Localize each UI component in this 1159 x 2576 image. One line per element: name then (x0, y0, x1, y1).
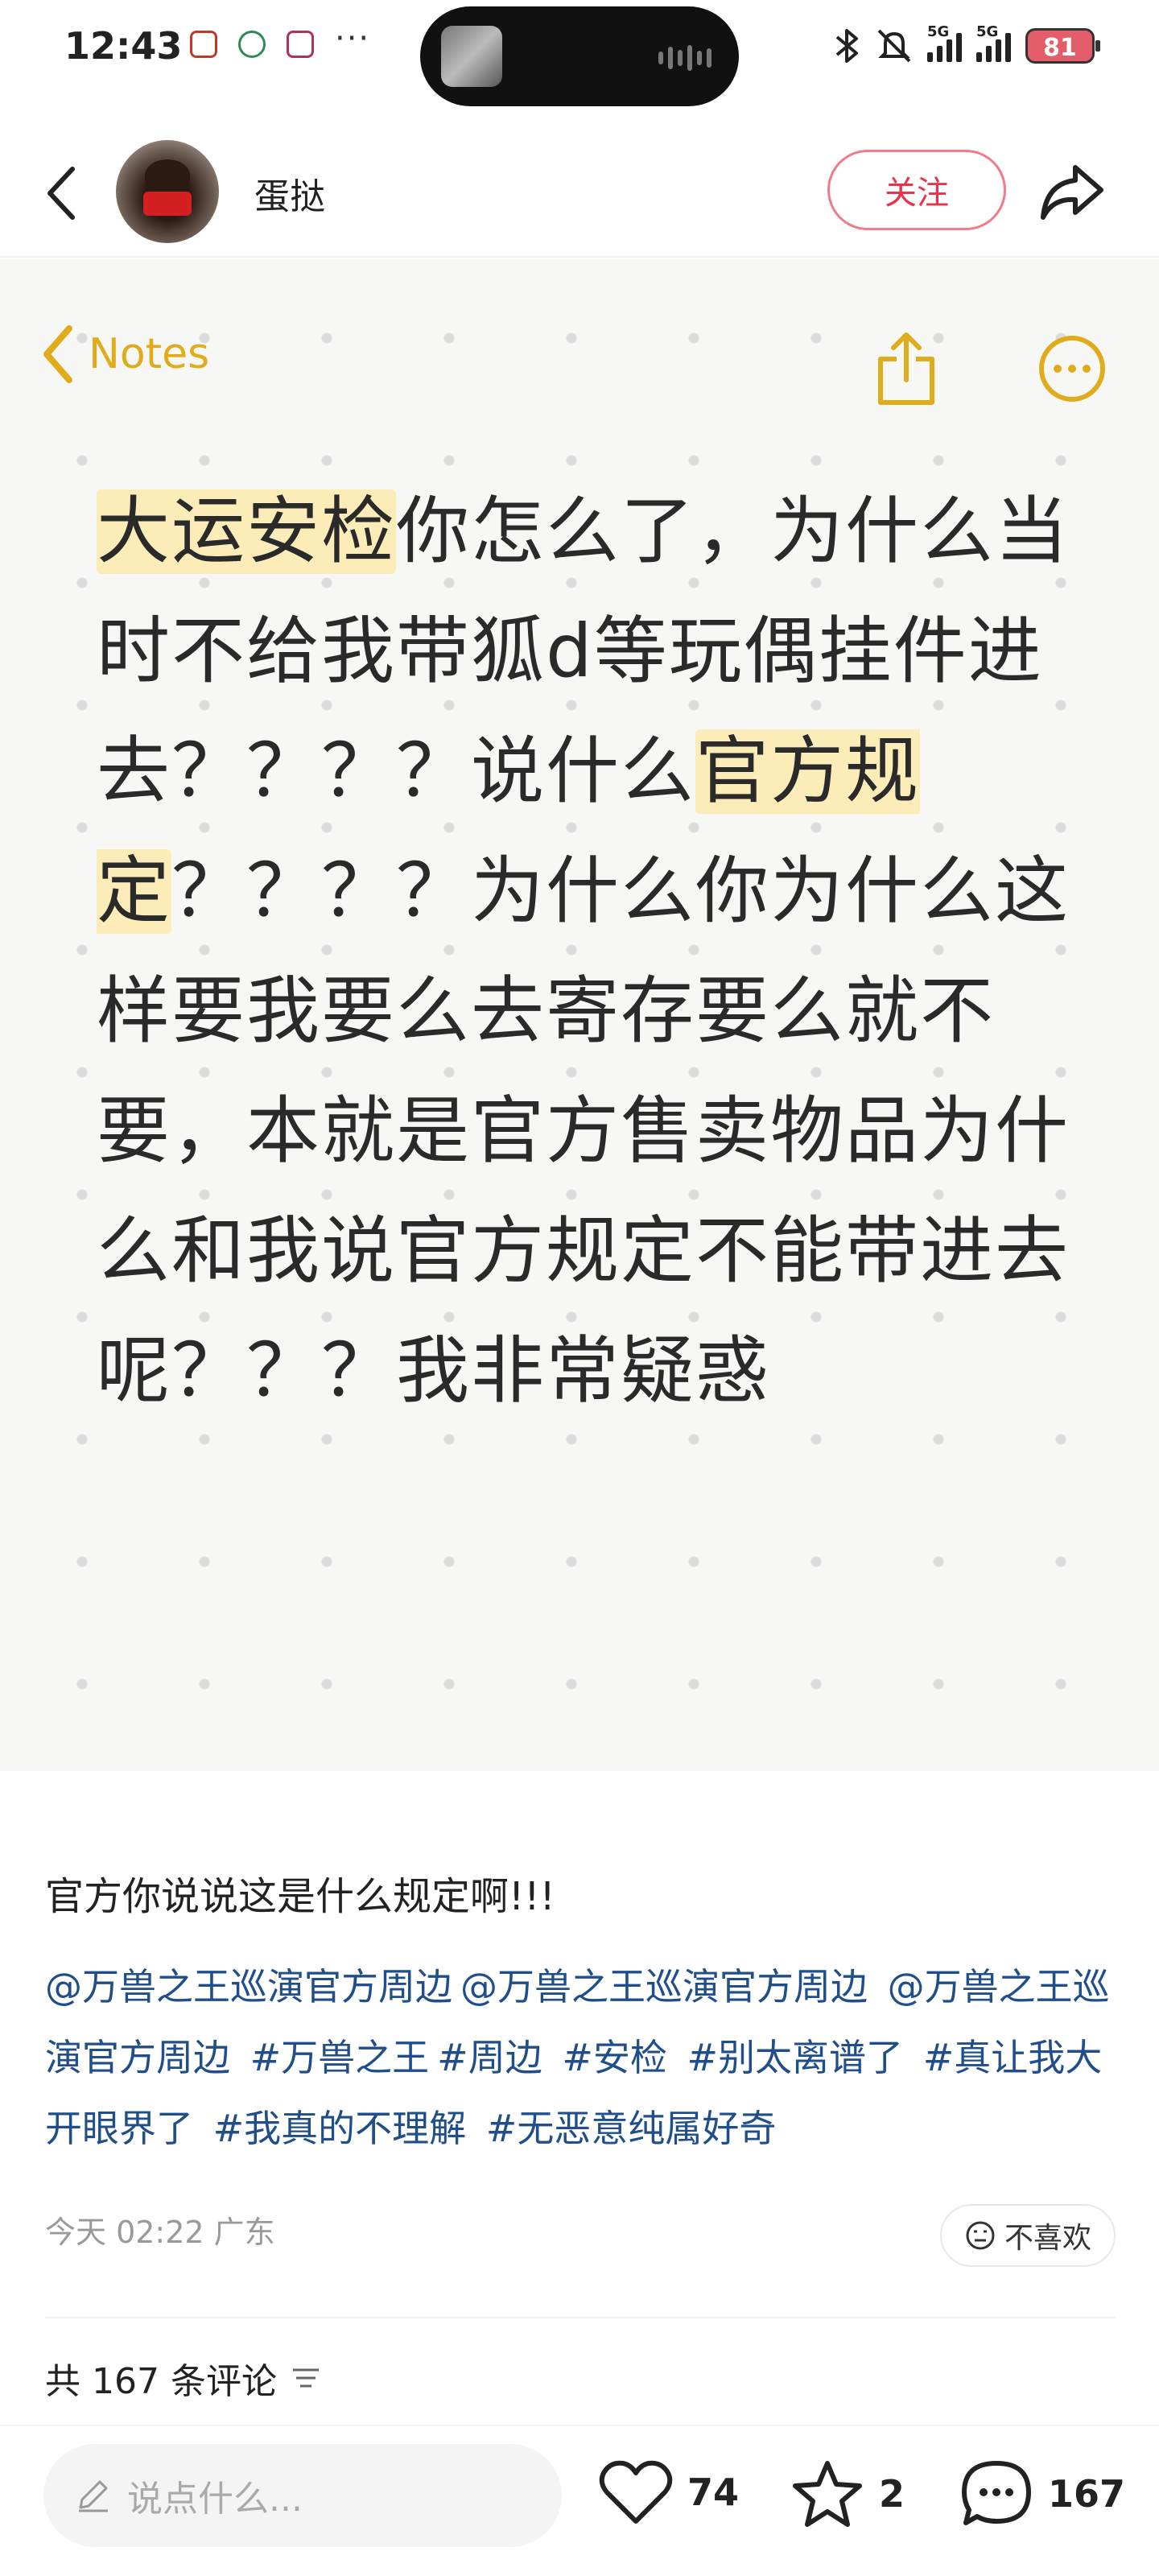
chevron-left-icon (43, 325, 72, 383)
pencil-icon (79, 2480, 108, 2512)
status-app-icons: ··· (190, 20, 370, 58)
signal-icon-2: 5G (976, 23, 1011, 62)
note-text-part-2: ？？？？为什么你为什么这样要我要么去寄存要么就不要，本就是官方售卖物品为什么和我… (97, 849, 1070, 1414)
mention-tag[interactable]: @万兽之王巡演官方周边 (460, 1965, 868, 2008)
back-button[interactable] (37, 163, 85, 224)
hashtag[interactable]: #我真的不理解 (213, 2107, 467, 2150)
signal-icon-1: 5G (927, 23, 962, 62)
tag-list: @万兽之王巡演官方周边 @万兽之王巡演官方周边 @万兽之王巡演官方周边 #万兽之王… (45, 1951, 1124, 2164)
star-icon (793, 2461, 862, 2527)
hashtag[interactable]: #安检 (562, 2036, 667, 2079)
divider (45, 2317, 1116, 2318)
media-thumbnail (441, 26, 502, 87)
like-count: 74 (687, 2471, 740, 2514)
mute-icon (877, 29, 911, 63)
neutral-face-icon (966, 2221, 995, 2250)
dynamic-island[interactable] (420, 6, 739, 106)
bluetooth-icon (835, 29, 858, 63)
share-icon (878, 332, 934, 405)
notes-toolbar: Notes (40, 324, 1119, 420)
share-button[interactable] (1038, 159, 1106, 224)
post-header: 蛋挞 关注 (0, 129, 1159, 258)
network-type-label-2: 5G (976, 23, 999, 40)
hashtag[interactable]: #无恶意纯属好奇 (486, 2107, 777, 2150)
like-button[interactable]: 74 (599, 2458, 739, 2526)
hashtag[interactable]: #别太离谱了 (687, 2036, 904, 2079)
username[interactable]: 蛋挞 (254, 167, 325, 219)
status-time: 12:43 (64, 24, 183, 68)
more-notifications-indicator: ··· (335, 20, 371, 57)
app-notification-icon-2 (287, 31, 314, 58)
chat-bubble-icon (962, 2461, 1031, 2525)
more-options-icon (1039, 336, 1105, 402)
follow-button[interactable]: 关注 (827, 150, 1006, 230)
battery-icon: 81 (1025, 28, 1100, 64)
bottom-action-bar: 说点什么... 74 2 167 (0, 2425, 1159, 2576)
comment-count-header: 共 167 条评论 (45, 2352, 322, 2404)
hashtag[interactable]: #周边 (437, 2036, 542, 2079)
hashtag[interactable]: #万兽之王 (250, 2036, 430, 2079)
dislike-button[interactable]: 不喜欢 (940, 2204, 1116, 2267)
dislike-label: 不喜欢 (1004, 2222, 1091, 2255)
post-time-location: 今天 02:22 广东 (45, 2215, 275, 2250)
mention-tag[interactable]: @万兽之王巡演官方周边 (45, 1965, 452, 2008)
avatar[interactable] (116, 140, 219, 243)
comment-count-label: 共 167 条评论 (45, 2361, 277, 2402)
highlight-text-1: 大运安检 (97, 489, 397, 574)
comment-input[interactable]: 说点什么... (43, 2444, 562, 2547)
sort-icon[interactable] (290, 2365, 322, 2391)
heart-icon (599, 2460, 673, 2524)
comment-button[interactable]: 167 (959, 2458, 1125, 2529)
app-notification-icon (238, 31, 266, 58)
comment-count: 167 (1048, 2472, 1126, 2516)
network-type-label: 5G (927, 23, 950, 40)
favorite-button[interactable]: 2 (790, 2458, 905, 2529)
bilibili-icon (190, 31, 217, 58)
status-bar: 12:43 ··· 5G 5G 81 (0, 0, 1159, 106)
note-body-text: 大运安检你怎么了，为什么当时不给我带狐d等玩偶挂件进去？？？？说什么官方规定？？… (97, 472, 1079, 1431)
post-title: 官方你说说这是什么规定啊!!! (45, 1874, 555, 1919)
note-image[interactable]: Notes 大运安检你怎么了，为什么当时不给我带狐d等玩偶挂件进去？？？？说什么… (0, 259, 1159, 1771)
audio-wave-icon (658, 45, 711, 71)
notes-back: Notes (40, 324, 209, 385)
status-indicators: 5G 5G 81 (834, 23, 1100, 64)
chevron-left-icon (47, 167, 75, 220)
share-arrow-icon (1041, 165, 1103, 220)
comment-input-placeholder: 说点什么... (127, 2479, 303, 2520)
favorite-count: 2 (879, 2472, 905, 2516)
notes-label: Notes (89, 330, 210, 378)
